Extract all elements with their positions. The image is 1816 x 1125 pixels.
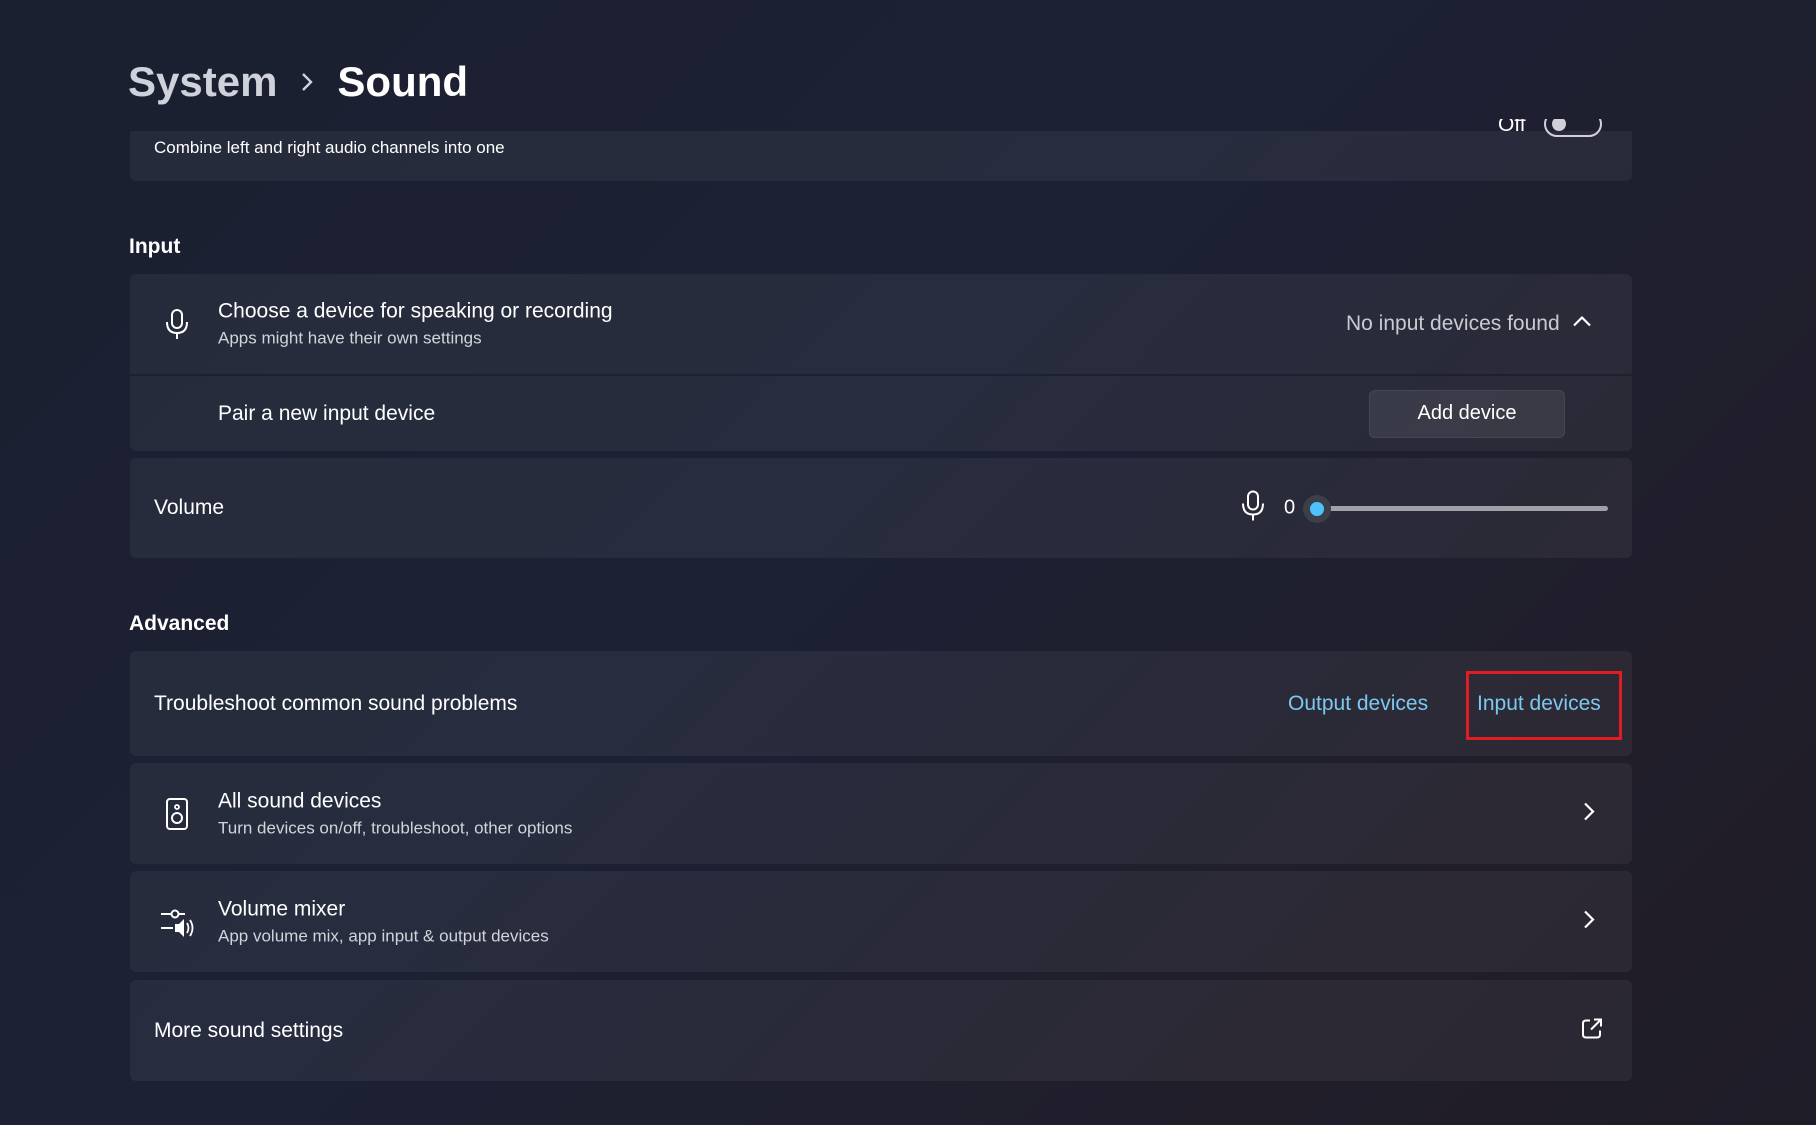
all-sound-devices-title: All sound devices — [218, 789, 382, 812]
choose-input-device-card[interactable]: Choose a device for speaking or recordin… — [130, 274, 1632, 374]
input-device-status: No input devices found — [1346, 312, 1560, 335]
breadcrumb-system[interactable]: System — [128, 58, 277, 106]
mono-audio-toggle-clip — [1544, 119, 1604, 139]
volume-mixer-icon — [160, 905, 194, 939]
volume-mixer-subtitle: App volume mix, app input & output devic… — [218, 926, 549, 945]
pair-input-device-card: Pair a new input device Add device — [130, 376, 1632, 451]
external-link-icon — [1581, 1017, 1603, 1044]
input-section-title: Input — [129, 235, 181, 258]
speaker-icon — [160, 797, 194, 831]
volume-mixer-text: Volume mixer App volume mix, app input &… — [218, 897, 549, 946]
toggle-knob — [1552, 119, 1566, 131]
volume-mixer-card[interactable]: Volume mixer App volume mix, app input &… — [130, 871, 1632, 972]
breadcrumb: System Sound — [128, 58, 468, 106]
mono-audio-toggle[interactable] — [1544, 119, 1602, 137]
add-device-button[interactable]: Add device — [1369, 389, 1565, 438]
troubleshoot-card: Troubleshoot common sound problems Outpu… — [130, 651, 1632, 756]
mono-audio-toggle-label: Off — [1498, 119, 1526, 136]
slider-thumb-dot — [1310, 502, 1324, 516]
chevron-right-icon — [1583, 909, 1595, 934]
output-devices-link[interactable]: Output devices — [1288, 692, 1428, 716]
choose-device-title: Choose a device for speaking or recordin… — [218, 299, 613, 323]
mono-audio-description: Combine left and right audio channels in… — [154, 138, 505, 157]
choose-device-subtitle: Apps might have their own settings — [218, 328, 482, 348]
all-sound-devices-subtitle: Turn devices on/off, troubleshoot, other… — [218, 818, 573, 837]
chevron-up-icon[interactable] — [1572, 315, 1592, 334]
page-title: Sound — [337, 58, 469, 105]
microphone-icon — [160, 307, 194, 341]
volume-slider-track[interactable] — [1324, 506, 1608, 511]
input-devices-link[interactable]: Input devices — [1477, 692, 1601, 716]
troubleshoot-label: Troubleshoot common sound problems — [154, 691, 518, 715]
choose-device-text: Choose a device for speaking or recordin… — [218, 300, 613, 349]
advanced-section-title: Advanced — [129, 612, 230, 635]
pair-device-label: Pair a new input device — [218, 401, 436, 425]
all-sound-devices-text: All sound devices Turn devices on/off, t… — [218, 789, 572, 838]
more-sound-settings-card[interactable]: More sound settings — [130, 980, 1632, 1081]
microphone-icon — [1240, 490, 1266, 527]
chevron-right-icon — [1583, 801, 1595, 826]
mono-audio-toggle-label-clip: Off — [1498, 119, 1548, 137]
volume-value: 0 — [1284, 496, 1296, 519]
input-volume-card: Volume 0 — [130, 458, 1632, 558]
volume-slider-thumb[interactable] — [1303, 495, 1331, 523]
all-sound-devices-card[interactable]: All sound devices Turn devices on/off, t… — [130, 763, 1632, 864]
volume-mixer-title: Volume mixer — [218, 897, 346, 920]
more-sound-settings-label: More sound settings — [154, 1018, 344, 1042]
volume-label: Volume — [154, 496, 225, 519]
mono-audio-card: Combine left and right audio channels in… — [130, 119, 1632, 181]
chevron-right-icon — [299, 71, 315, 93]
